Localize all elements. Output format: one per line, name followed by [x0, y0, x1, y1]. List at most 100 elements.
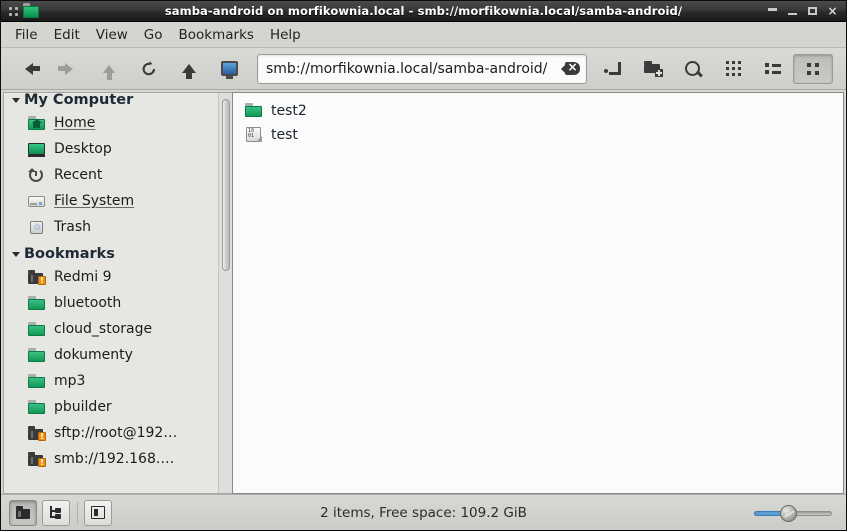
sidebar-item-label: Trash — [54, 219, 91, 235]
sidebar-item-cloud-storage[interactable]: cloud_storage — [4, 316, 218, 342]
list-view-icon — [765, 63, 781, 74]
detailed-view-button[interactable] — [753, 54, 793, 84]
sidebar-item-mp3[interactable]: mp3 — [4, 368, 218, 394]
window-controls: × — [767, 5, 846, 17]
sidebar-item-file-system[interactable]: File System — [4, 188, 218, 214]
status-separator — [77, 501, 78, 524]
tree-pane-button[interactable] — [42, 499, 70, 526]
zoom-slider-handle[interactable] — [780, 504, 797, 522]
sidebar-section-bookmarks[interactable]: Bookmarks — [4, 244, 218, 264]
sidebar-item-label: Home — [54, 115, 96, 131]
file-manager-window: samba-android on morfikownia.local - smb… — [0, 0, 847, 531]
close-button[interactable]: × — [827, 5, 838, 17]
folder-icon — [28, 399, 46, 415]
sidebar-item-label: dokumenty — [54, 347, 133, 363]
status-bar: 2 items, Free space: 109.2 GiB — [1, 494, 846, 530]
folder-icon — [28, 295, 46, 311]
chevron-down-icon — [12, 97, 20, 103]
icon-view-button[interactable] — [713, 54, 753, 84]
clear-entry-icon[interactable] — [561, 60, 580, 75]
shortcuts-icon — [15, 506, 31, 519]
sidebar-section-label: My Computer — [24, 93, 134, 108]
binary-file-icon: 10 01 — [245, 127, 263, 143]
search-icon — [684, 60, 702, 78]
folder-icon — [28, 321, 46, 337]
title-bar[interactable]: samba-android on morfikownia.local - smb… — [1, 1, 846, 22]
sidebar-item-redmi-9[interactable]: Redmi 9 — [4, 264, 218, 290]
file-list-item[interactable]: test2 — [233, 99, 383, 123]
file-list-item[interactable]: 10 01 test — [233, 123, 383, 147]
sidebar-scrollbar[interactable] — [218, 93, 232, 493]
reload-icon — [142, 60, 156, 75]
window-title: samba-android on morfikownia.local - smb… — [164, 4, 683, 18]
forward-button[interactable] — [49, 54, 89, 84]
sidebar-item-label: sftp://root@192… — [54, 425, 178, 441]
recent-icon — [28, 167, 46, 183]
compact-view-button[interactable] — [793, 53, 833, 84]
back-button[interactable] — [9, 54, 49, 84]
sidebar-item-label: File System — [54, 193, 135, 209]
sidebar-item-trash[interactable]: ♲ Trash — [4, 214, 218, 240]
path-entry-toggle-button[interactable] — [593, 54, 633, 84]
arrow-up-icon — [103, 64, 115, 80]
folder-icon — [28, 373, 46, 389]
sidebar-item-smb-bookmark[interactable]: smb://192.168.… — [4, 446, 218, 472]
menu-bar: File Edit View Go Bookmarks Help — [1, 22, 846, 48]
network-folder-icon — [28, 451, 46, 468]
side-pane-toggle-button[interactable] — [84, 499, 112, 526]
menu-go[interactable]: Go — [136, 24, 171, 46]
sidebar-item-sftp-bookmark[interactable]: sftp://root@192… — [4, 420, 218, 446]
sidebar-item-desktop[interactable]: Desktop — [4, 136, 218, 162]
new-folder-button[interactable] — [633, 54, 673, 84]
side-pane-toggle-icon — [91, 506, 105, 519]
zoom-slider[interactable] — [740, 502, 838, 524]
menu-view[interactable]: View — [88, 24, 136, 46]
sidebar-item-label: smb://192.168.… — [54, 451, 175, 467]
sidebar-item-bluetooth[interactable]: bluetooth — [4, 290, 218, 316]
toolbar — [1, 48, 846, 90]
computer-icon — [220, 61, 238, 79]
home-folder-icon — [28, 115, 46, 131]
menu-file[interactable]: File — [7, 24, 46, 46]
main-body: My Computer Home Desktop Recent File Sys… — [1, 90, 846, 494]
sidebar-list: My Computer Home Desktop Recent File Sys… — [4, 93, 218, 493]
sidebar-item-home[interactable]: Home — [4, 110, 218, 136]
home-arrow-icon — [182, 64, 196, 79]
status-text: 2 items, Free space: 109.2 GiB — [320, 504, 527, 521]
file-name: test2 — [271, 103, 307, 119]
sidebar-scrollbar-thumb[interactable] — [222, 99, 230, 271]
menu-edit[interactable]: Edit — [46, 24, 88, 46]
arrow-left-icon — [25, 62, 40, 75]
menu-bookmarks[interactable]: Bookmarks — [171, 24, 262, 46]
location-bar[interactable] — [257, 53, 587, 84]
sidebar-item-label: Recent — [54, 167, 103, 183]
minimize-button[interactable] — [787, 5, 798, 17]
sidebar-item-label: cloud_storage — [54, 321, 153, 337]
sidebar-item-pbuilder[interactable]: pbuilder — [4, 394, 218, 420]
compact-view-icon — [807, 62, 819, 75]
computer-button[interactable] — [209, 54, 249, 84]
up-button[interactable] — [89, 54, 129, 84]
location-input[interactable] — [266, 60, 562, 77]
icon-view-icon — [725, 61, 741, 76]
shade-button[interactable] — [767, 5, 778, 17]
sidebar-section-my-computer[interactable]: My Computer — [4, 93, 218, 110]
reload-button[interactable] — [129, 54, 169, 84]
home-button[interactable] — [169, 54, 209, 84]
window-app-icon — [23, 3, 39, 19]
drive-icon — [28, 194, 46, 209]
sidebar-item-dokumenty[interactable]: dokumenty — [4, 342, 218, 368]
file-list-pane[interactable]: test2 10 01 test — [232, 92, 844, 494]
shortcuts-pane-button[interactable] — [9, 499, 37, 526]
sidebar-item-recent[interactable]: Recent — [4, 162, 218, 188]
sidebar-item-label: Desktop — [54, 141, 112, 157]
maximize-button[interactable] — [807, 5, 818, 17]
path-entry-icon — [604, 61, 622, 76]
menu-help[interactable]: Help — [262, 24, 309, 46]
folder-icon — [245, 103, 263, 119]
folder-icon — [28, 347, 46, 363]
chevron-down-icon — [12, 251, 20, 257]
sidebar-item-label: mp3 — [54, 373, 86, 389]
search-button[interactable] — [673, 54, 713, 84]
file-name: test — [271, 127, 298, 143]
